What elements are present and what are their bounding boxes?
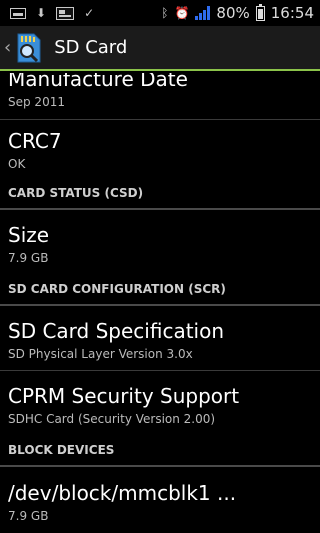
list-item-title: Manufacture Date bbox=[8, 73, 188, 91]
list-item-sd-card-specification[interactable]: SD Card Specification SD Physical Layer … bbox=[0, 306, 320, 370]
action-bar: ‹ SD Card bbox=[0, 26, 320, 71]
settings-list[interactable]: Manufacture Date Sep 2011 CRC7 OK CARD S… bbox=[0, 73, 320, 533]
list-item-title: /dev/block/mmcblk1 ... bbox=[8, 481, 237, 505]
list-item-size[interactable]: Size 7.9 GB bbox=[0, 210, 320, 274]
sd-card-app-icon bbox=[12, 32, 44, 64]
list-item-crc7[interactable]: CRC7 OK bbox=[0, 120, 320, 178]
clock: 16:54 bbox=[270, 4, 314, 22]
list-item-subtitle: SD Physical Layer Version 3.0x bbox=[8, 347, 193, 361]
page-title: SD Card bbox=[54, 37, 128, 58]
list-item-title: Size bbox=[8, 223, 50, 247]
list-item-title: CPRM Security Support bbox=[8, 384, 240, 408]
screenshot-notification-icon bbox=[10, 7, 26, 19]
list-item-title: CRC7 bbox=[8, 129, 62, 153]
back-chevron-icon: ‹ bbox=[4, 37, 12, 58]
battery-icon bbox=[255, 3, 265, 21]
bluetooth-icon: ᛒ bbox=[161, 6, 169, 20]
list-item-cprm-security-support[interactable]: CPRM Security Support SDHC Card (Securit… bbox=[0, 371, 320, 435]
list-item-subtitle: Sep 2011 bbox=[8, 95, 65, 109]
list-item-block-device[interactable]: /dev/block/mmcblk1 ... 7.9 GB bbox=[0, 467, 320, 531]
alarm-icon: ⏰ bbox=[174, 6, 190, 20]
list-item-subtitle: SDHC Card (Security Version 2.00) bbox=[8, 412, 216, 426]
list-item-subtitle: 7.9 GB bbox=[8, 251, 49, 265]
news-notification-icon bbox=[56, 6, 75, 20]
list-item-title: SD Card Specification bbox=[8, 319, 225, 343]
status-bar: ⬇ ✓ ᛒ ⏰ 80% 16:54 bbox=[0, 0, 320, 26]
list-item-subtitle: 7.9 GB bbox=[8, 509, 49, 523]
list-item-subtitle: OK bbox=[8, 157, 26, 171]
download-icon: ⬇ bbox=[36, 6, 47, 20]
checkmark-notification-icon: ✓ bbox=[84, 6, 95, 20]
section-header-block-devices: BLOCK DEVICES bbox=[8, 443, 115, 457]
list-item-manufacture-date[interactable]: Manufacture Date Sep 2011 bbox=[0, 73, 320, 109]
battery-percentage: 80% bbox=[216, 4, 250, 22]
section-header-scr: SD CARD CONFIGURATION (SCR) bbox=[8, 282, 226, 296]
signal-strength-icon bbox=[195, 6, 211, 20]
section-header-csd: CARD STATUS (CSD) bbox=[8, 186, 144, 200]
up-navigation-button[interactable]: ‹ bbox=[0, 26, 48, 69]
